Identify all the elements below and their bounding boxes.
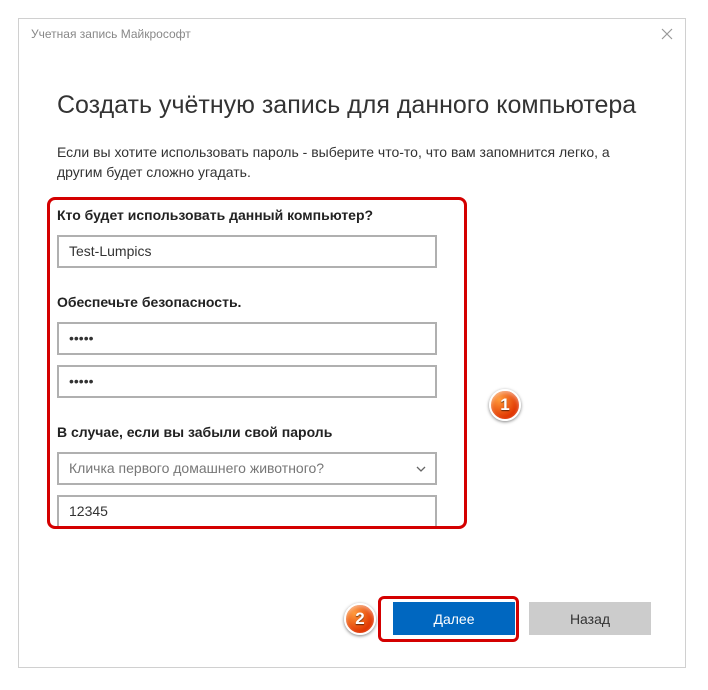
dialog-content: Создать учётную запись для данного компь…	[19, 49, 685, 538]
form-area: Кто будет использовать данный компьютер?…	[57, 207, 647, 538]
page-subtext: Если вы хотите использовать пароль - выб…	[57, 142, 647, 183]
security-question-select[interactable]: Кличка первого домашнего животного?	[57, 452, 437, 485]
title-bar: Учетная запись Майкрософт	[19, 19, 685, 49]
page-title: Создать учётную запись для данного компь…	[57, 91, 647, 120]
dialog-window: Учетная запись Майкрософт Создать учётну…	[18, 18, 686, 668]
security-question-value: Кличка первого домашнего животного?	[69, 460, 324, 476]
password-input[interactable]	[57, 322, 437, 355]
username-input[interactable]	[57, 235, 437, 268]
annotation-badge-2: 2	[344, 603, 376, 635]
close-icon[interactable]	[661, 28, 673, 40]
password-confirm-input[interactable]	[57, 365, 437, 398]
button-row: Далее Назад	[393, 602, 651, 635]
security-answer-input[interactable]	[57, 495, 437, 528]
security-label: Обеспечьте безопасность.	[57, 294, 647, 310]
window-title: Учетная запись Майкрософт	[31, 27, 191, 41]
forgot-label: В случае, если вы забыли свой пароль	[57, 424, 647, 440]
annotation-badge-1: 1	[489, 389, 521, 421]
back-button[interactable]: Назад	[529, 602, 651, 635]
username-label: Кто будет использовать данный компьютер?	[57, 207, 647, 223]
next-button[interactable]: Далее	[393, 602, 515, 635]
